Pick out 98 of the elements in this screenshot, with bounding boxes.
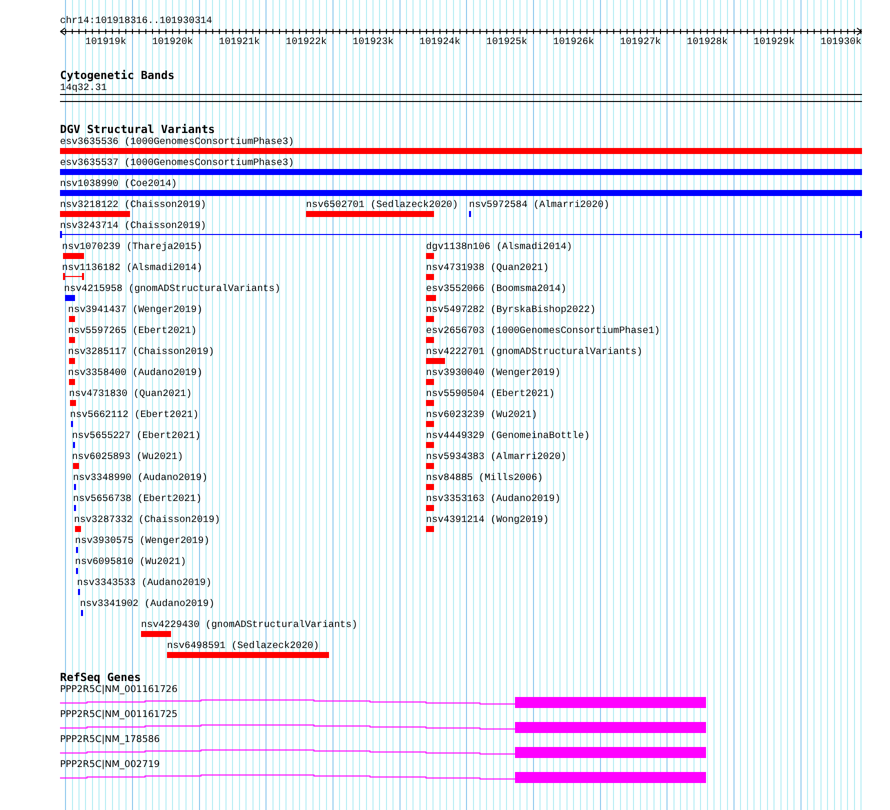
variant-bar[interactable] (69, 358, 75, 364)
transcript-label: PPP2R5C|NM_002719 (60, 759, 160, 771)
variant-span[interactable] (60, 230, 862, 238)
variant-bar[interactable] (426, 295, 436, 301)
variant-bar[interactable] (426, 274, 434, 280)
variant-bar[interactable] (426, 463, 434, 469)
variant-bar[interactable] (426, 316, 434, 322)
variant-bar[interactable] (65, 295, 75, 301)
variant-label: nsv84885 (Mills2006) (426, 472, 544, 483)
variant-label: nsv6498591 (Sedlazeck2020) (167, 640, 320, 651)
variant-bar[interactable] (426, 337, 434, 343)
variant-label: nsv4731938 (Quan2021) (426, 262, 549, 273)
track-title: RefSeq Genes (60, 672, 141, 684)
variant-bar[interactable] (60, 190, 862, 196)
location-text: chr14:101918316..101930314 (60, 15, 212, 27)
variant-bar[interactable] (426, 253, 434, 259)
variant-label: nsv1136182 (Alsmadi2014) (62, 262, 202, 273)
variant-bar[interactable] (70, 400, 76, 406)
variant-label: nsv1070239 (Thareja2015) (62, 241, 202, 252)
variant-label: nsv3941437 (Wenger2019) (68, 304, 203, 315)
tick-label: 101925k (486, 36, 528, 48)
variant-bar[interactable] (60, 169, 862, 175)
tick-label: 101921k (218, 36, 260, 48)
tick-label: 101927k (620, 36, 661, 48)
band-label: 14q32.31 (60, 82, 107, 94)
tick-label: 101928k (686, 36, 728, 48)
variant-label: nsv6023239 (Wu2021) (426, 409, 538, 420)
variant-label: nsv4215958 (gnomADStructuralVariants) (64, 283, 280, 294)
variant-bar[interactable] (141, 631, 171, 637)
variant-bar[interactable] (60, 148, 862, 154)
variant-label: nsv5934383 (Almarri2020) (426, 451, 566, 462)
variant-label: esv2656703 (1000GenomesConsortiumPhase1) (426, 325, 660, 336)
variant-label: nsv4229430 (gnomADStructuralVariants) (141, 619, 358, 630)
transcript-label: PPP2R5C|NM_178586 (60, 734, 160, 746)
transcript-drawing[interactable] (60, 695, 707, 710)
variant-label: esv3635537 (1000GenomesConsortiumPhase3) (60, 157, 294, 168)
variant-bar[interactable] (426, 358, 445, 364)
variant-label: nsv3243714 (Chaisson2019) (60, 220, 206, 231)
variant-label: nsv4222701 (gnomADStructuralVariants) (426, 346, 642, 357)
variant-label: nsv4731830 (Quan2021) (69, 388, 192, 399)
tick-label: 101922k (286, 36, 327, 48)
variant-bar[interactable] (69, 379, 75, 385)
variant-label: nsv6095810 (Wu2021) (75, 556, 186, 567)
tick-label: 101920k (152, 36, 194, 48)
transcript-drawing[interactable] (60, 770, 707, 785)
transcript-drawing[interactable] (60, 720, 707, 735)
tick-label: 101919k (85, 36, 126, 48)
variant-label: nsv3930575 (Wenger2019) (75, 535, 210, 546)
variant-span[interactable] (63, 272, 84, 280)
tick-label: 101929k (754, 36, 795, 48)
variant-label: nsv3341902 (Audano2019) (80, 598, 215, 609)
variant-label: nsv3358400 (Audano2019) (68, 367, 203, 378)
variant-label: esv3552066 (Boomsma2014) (426, 283, 566, 294)
variant-label: nsv6025893 (Wu2021) (72, 451, 184, 462)
variant-bar[interactable] (426, 421, 434, 427)
tick-label: 101924k (419, 36, 460, 48)
variant-bar[interactable] (63, 253, 84, 259)
variant-bar[interactable] (69, 337, 75, 343)
variant-label: nsv6502701 (Sedlazeck2020) (306, 199, 458, 210)
variant-label: nsv3218122 (Chaisson2019) (60, 199, 206, 210)
tick-label: 101930k (820, 36, 862, 48)
track-title: Cytogenetic Bands (60, 70, 175, 82)
variant-label: nsv5662112 (Ebert2021) (70, 409, 199, 420)
variant-label: nsv3930040 (Wenger2019) (426, 367, 561, 378)
variant-bar[interactable] (426, 400, 434, 406)
variant-bar[interactable] (426, 505, 434, 511)
variant-bar[interactable] (306, 211, 434, 217)
variant-bar[interactable] (69, 316, 75, 322)
variant-label: nsv5655227 (Ebert2021) (72, 430, 201, 441)
variant-label: nsv5497282 (ByrskaBishop2022) (426, 304, 596, 315)
variant-label: nsv3348990 (Audano2019) (73, 472, 208, 483)
variant-bar[interactable] (426, 484, 434, 490)
variant-label: nsv5590504 (Ebert2021) (426, 388, 555, 399)
variant-bar[interactable] (426, 379, 434, 385)
variant-bar[interactable] (167, 652, 329, 658)
variant-label: nsv5597265 (Ebert2021) (68, 325, 197, 336)
transcript-label: PPP2R5C|NM_001161725 (60, 709, 178, 721)
tick-label: 101926k (553, 36, 594, 48)
variant-label: nsv5972584 (Almarri2020) (469, 199, 610, 210)
transcript-label: PPP2R5C|NM_001161726 (60, 684, 178, 696)
variant-bar[interactable] (60, 211, 130, 217)
variant-label: esv3635536 (1000GenomesConsortiumPhase3) (60, 136, 294, 147)
variant-bar[interactable] (426, 526, 434, 532)
variant-label: nsv3285117 (Chaisson2019) (68, 346, 214, 357)
variant-label: nsv4449329 (GenomeinaBottle) (426, 430, 590, 441)
tick-label: 101923k (352, 36, 394, 48)
transcript-drawing[interactable] (60, 745, 707, 760)
variant-label: nsv4391214 (Wong2019) (426, 514, 549, 525)
variant-label: nsv3343533 (Audano2019) (77, 577, 212, 588)
variant-label: nsv5656738 (Ebert2021) (73, 493, 202, 504)
variant-label: nsv3353163 (Audano2019) (426, 493, 561, 504)
variant-bar[interactable] (73, 463, 79, 469)
variant-bar[interactable] (75, 526, 81, 532)
track-title: DGV Structural Variants (60, 124, 215, 136)
variant-bar[interactable] (426, 442, 434, 448)
variant-label: nsv3287332 (Chaisson2019) (74, 514, 220, 525)
variant-label: nsv1038990 (Coe2014) (60, 178, 178, 189)
variant-label: dgv1138n106 (Alsmadi2014) (426, 241, 572, 252)
